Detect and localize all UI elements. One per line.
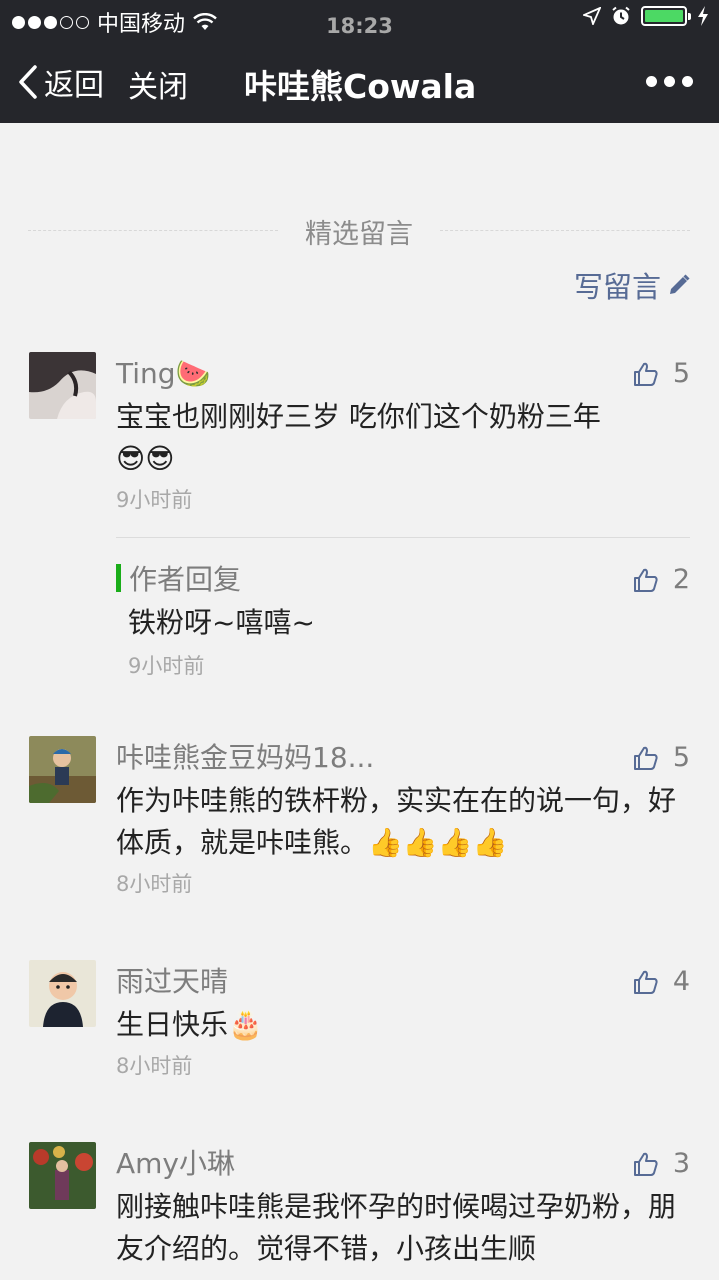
author-reply-label: 作者回复 xyxy=(129,563,242,596)
battery-icon xyxy=(641,6,691,26)
top-bar: 中国移动 18:23 返回 关闭 咔哇熊Cowala xyxy=(0,0,719,123)
more-dot-icon xyxy=(664,76,675,87)
divider-right xyxy=(440,230,690,231)
comment-time: 9小时前 xyxy=(116,488,193,512)
reply-like-button[interactable]: 2 xyxy=(633,564,690,595)
reply-marker xyxy=(116,564,121,592)
comment-emoji: 😎😎 xyxy=(116,442,175,475)
comment-nickname: 雨过天晴 xyxy=(116,965,229,998)
close-button[interactable]: 关闭 xyxy=(128,62,188,106)
comment-nickname: Amy小琳 xyxy=(116,1147,236,1180)
reply-divider xyxy=(116,537,690,538)
avatar[interactable] xyxy=(29,960,96,1027)
back-button[interactable]: 返回 xyxy=(18,60,104,104)
like-count: 5 xyxy=(672,742,690,773)
avatar[interactable] xyxy=(29,736,96,803)
write-comment-label: 写留言 xyxy=(573,270,661,304)
author-reply-text: 铁粉呀~嘻嘻~ xyxy=(128,606,315,639)
more-dot-icon xyxy=(682,76,693,87)
comment-time: 8小时前 xyxy=(116,872,193,896)
comment-time: 8小时前 xyxy=(116,1054,193,1078)
comment-text: 宝宝也刚刚好三岁 吃你们这个奶粉三年 😎😎 xyxy=(116,400,601,475)
comment-text: 生日快乐🎂 xyxy=(116,1008,263,1041)
thumbs-up-icon xyxy=(633,970,658,994)
like-count: 2 xyxy=(672,564,690,595)
like-button[interactable]: 5 xyxy=(633,358,690,389)
like-button[interactable]: 4 xyxy=(633,966,690,997)
thumbs-up-icon xyxy=(633,362,658,386)
chevron-left-icon xyxy=(19,65,37,99)
location-arrow-icon xyxy=(583,7,601,25)
like-count: 4 xyxy=(672,966,690,997)
write-comment-button[interactable]: 写留言 xyxy=(574,264,691,306)
avatar[interactable] xyxy=(29,352,96,419)
author-reply: 作者回复 铁粉呀~嘻嘻~ 9小时前 xyxy=(116,558,690,680)
like-count: 5 xyxy=(672,358,690,389)
comment-text: 作为咔哇熊的铁杆粉，实实在在的说一句，好体质，就是咔哇熊。👍👍👍👍 xyxy=(116,784,677,859)
more-options-button[interactable] xyxy=(646,76,693,87)
comment-text: 刚接触咔哇熊是我怀孕的时候喝过孕奶粉，朋友介绍的。觉得不错，小孩出生顺 xyxy=(116,1190,677,1265)
thumbs-up-icon xyxy=(633,746,658,770)
comment-nickname: 咔哇熊金豆妈妈18... xyxy=(116,741,375,774)
section-title: 精选留言 xyxy=(305,219,413,250)
navigation-bar: 返回 关闭 咔哇熊Cowala xyxy=(0,48,719,112)
featured-comments-header: 精选留言 xyxy=(28,208,690,252)
like-button[interactable]: 3 xyxy=(633,1148,690,1179)
avatar[interactable] xyxy=(29,1142,96,1209)
page-title: 咔哇熊Cowala xyxy=(244,67,477,106)
status-bar: 中国移动 18:23 xyxy=(0,0,719,40)
back-label: 返回 xyxy=(44,68,104,103)
like-count: 3 xyxy=(672,1148,690,1179)
comment-nickname: Ting🍉 xyxy=(116,357,211,390)
more-dot-icon xyxy=(646,76,657,87)
alarm-icon xyxy=(612,6,630,25)
author-reply-time: 9小时前 xyxy=(128,654,205,678)
like-button[interactable]: 5 xyxy=(633,742,690,773)
pencil-icon xyxy=(670,274,690,294)
thumbs-up-icon xyxy=(633,1152,658,1176)
charging-bolt-icon xyxy=(698,6,708,26)
thumbs-up-icon xyxy=(633,568,658,592)
